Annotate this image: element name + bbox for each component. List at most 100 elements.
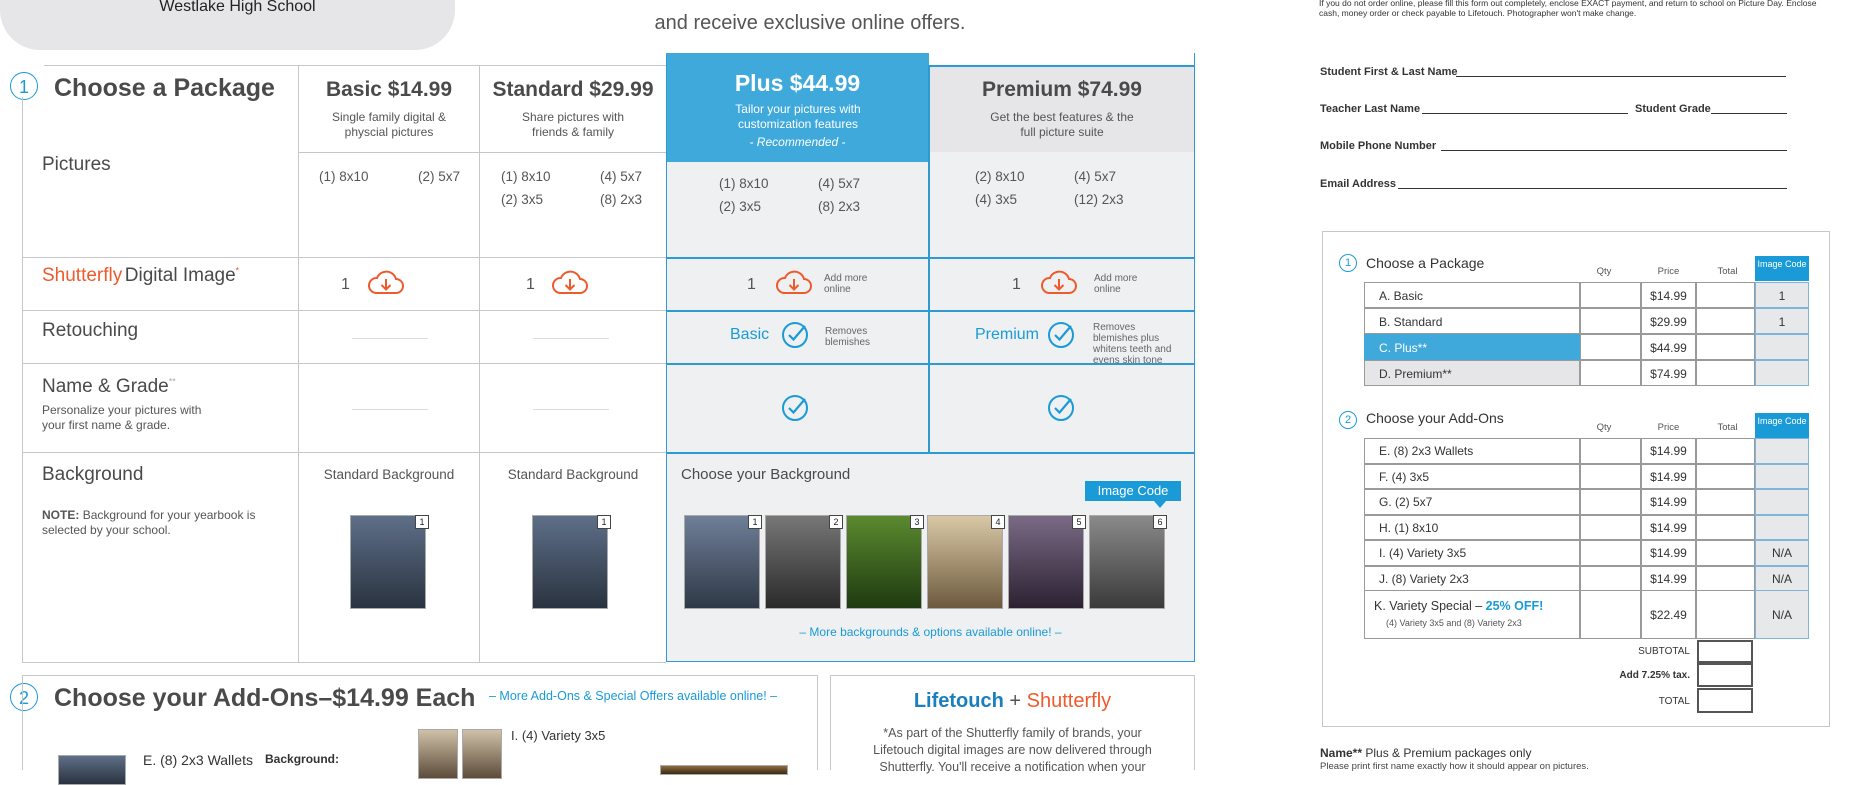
premium-pic-1: (2) 8x10 [975, 169, 1025, 184]
order-row-label: E. (8) 2x3 Wallets [1364, 438, 1580, 464]
student-name-field[interactable] [1456, 76, 1786, 77]
lifetouch-note: *As part of the Shutterfly family of bra… [873, 726, 1152, 774]
standard-bg-photo [532, 515, 608, 609]
plus-retouch-level: Basic [730, 326, 770, 343]
section-1-title: Choose a Package [54, 74, 275, 102]
col-total: Total [1717, 266, 1738, 277]
order-row-qty[interactable] [1580, 540, 1641, 566]
premium-pic-2: (4) 5x7 [1074, 169, 1117, 184]
order-row-price: $44.99 [1641, 334, 1696, 360]
order-row-price: $14.99 [1641, 565, 1696, 591]
order-row-image-code: N/A [1755, 565, 1809, 591]
order-row-price: $14.99 [1641, 489, 1696, 515]
bg-option-2[interactable] [765, 515, 841, 609]
row-label-digital: Shutterfly Digital Image* [42, 265, 240, 286]
col-total: Total [1717, 422, 1738, 433]
check-circle-icon [782, 395, 808, 421]
tax-label: Add 7.25% tax. [1619, 670, 1690, 681]
premium-retouch-desc: Removes blemishes plus whitens teeth and… [1093, 322, 1172, 366]
order-step-2-badge: 2 [1339, 411, 1357, 429]
lifetouch-shutterfly-logo: Lifetouch + Shutterfly [913, 690, 1112, 712]
order-row-total[interactable] [1696, 334, 1755, 360]
bg-option-5[interactable] [1008, 515, 1084, 609]
plus-recommended: - Recommended - [749, 135, 846, 149]
bg-option-4[interactable] [927, 515, 1003, 609]
bg-option-3[interactable] [846, 515, 922, 609]
order-row-qty[interactable] [1580, 334, 1641, 360]
bg-option-1[interactable] [684, 515, 760, 609]
grade-field[interactable] [1711, 113, 1787, 114]
plus-desc: Tailor your pictures with customization … [735, 102, 861, 131]
plus-retouch-desc: Removes blemishes [825, 326, 871, 348]
order-row-total[interactable] [1696, 540, 1755, 566]
total-label: TOTAL [1658, 696, 1690, 707]
order-row-qty[interactable] [1580, 282, 1641, 308]
subtotal-field[interactable] [1697, 640, 1753, 663]
addon-k-qty[interactable] [1580, 590, 1641, 639]
order-row-total[interactable] [1696, 282, 1755, 308]
col-image-code: Image Code [1755, 256, 1809, 281]
more-bg-link[interactable]: – More backgrounds & options available o… [666, 625, 1195, 639]
standard-bg-label: Standard Background [507, 467, 639, 482]
order-row-qty[interactable] [1580, 308, 1641, 334]
total-field[interactable] [1697, 688, 1753, 713]
photo-number-badge: 2 [829, 515, 843, 529]
photo-number-badge: 1 [748, 515, 762, 529]
phone-label: Mobile Phone Number [1320, 140, 1437, 152]
premium-title: Premium $74.99 [982, 78, 1142, 101]
variety-photo-1 [418, 729, 458, 779]
order-row-label: G. (2) 5x7 [1364, 489, 1580, 515]
choose-bg-title: Choose your Background [681, 466, 851, 483]
tax-field[interactable] [1697, 663, 1753, 687]
download-cloud-icon [552, 270, 588, 294]
step-1-badge: 1 [10, 72, 38, 100]
order-row-label: B. Standard [1364, 308, 1580, 334]
order-row-image-code: 1 [1755, 308, 1809, 334]
order-row-qty[interactable] [1580, 463, 1641, 489]
teacher-field[interactable] [1422, 113, 1628, 114]
order-row-total[interactable] [1696, 565, 1755, 591]
photo-number-badge: 1 [415, 515, 429, 529]
standard-pic-3: (2) 3x5 [501, 192, 544, 207]
basic-pic-1: (1) 8x10 [319, 169, 369, 184]
order-row-label: F. (4) 3x5 [1364, 463, 1580, 489]
order-row-total[interactable] [1696, 489, 1755, 515]
phone-field[interactable] [1441, 150, 1787, 151]
premium-desc: Get the best features & the full picture… [990, 110, 1134, 139]
bg-option-6[interactable] [1089, 515, 1165, 609]
shutterfly-brand: Shutterfly [42, 265, 123, 286]
standard-digital-count: 1 [526, 276, 535, 293]
col-price: Price [1657, 422, 1680, 433]
col-qty: Qty [1596, 266, 1612, 277]
order-row-image-code [1755, 438, 1809, 464]
basic-name-empty [352, 409, 428, 410]
addon-photo-right [660, 765, 788, 775]
order-row-qty[interactable] [1580, 360, 1641, 386]
order-row-image-code [1755, 514, 1809, 540]
order-row-price: $29.99 [1641, 308, 1696, 334]
order-row-qty[interactable] [1580, 489, 1641, 515]
order-row-qty[interactable] [1580, 438, 1641, 464]
addon-k-sub: (4) Variety 3x5 and (8) Variety 2x3 [1386, 618, 1522, 628]
order-row-image-code [1755, 489, 1809, 515]
addon-k-cell [1364, 590, 1580, 639]
addon-k-total[interactable] [1696, 590, 1755, 639]
plus-pic-2: (4) 5x7 [818, 176, 861, 191]
order-row-qty[interactable] [1580, 514, 1641, 540]
order-row-total[interactable] [1696, 360, 1755, 386]
standard-pic-2: (4) 5x7 [600, 169, 643, 184]
row-label-name-grade: Name & Grade** [42, 376, 176, 397]
standard-pic-4: (8) 2x3 [600, 192, 643, 207]
order-row-price: $14.99 [1641, 438, 1696, 464]
order-row-total[interactable] [1696, 438, 1755, 464]
email-field[interactable] [1398, 188, 1787, 189]
premium-pic-3: (4) 3x5 [975, 192, 1018, 207]
grade-label: Student Grade [1635, 103, 1711, 115]
order-row-total[interactable] [1696, 463, 1755, 489]
addon-bg-label: Background: [265, 752, 340, 766]
order-row-qty[interactable] [1580, 565, 1641, 591]
order-row-total[interactable] [1696, 514, 1755, 540]
order-row-price: $14.99 [1641, 282, 1696, 308]
order-row-total[interactable] [1696, 308, 1755, 334]
student-name-label: Student First & Last Name [1320, 66, 1458, 78]
